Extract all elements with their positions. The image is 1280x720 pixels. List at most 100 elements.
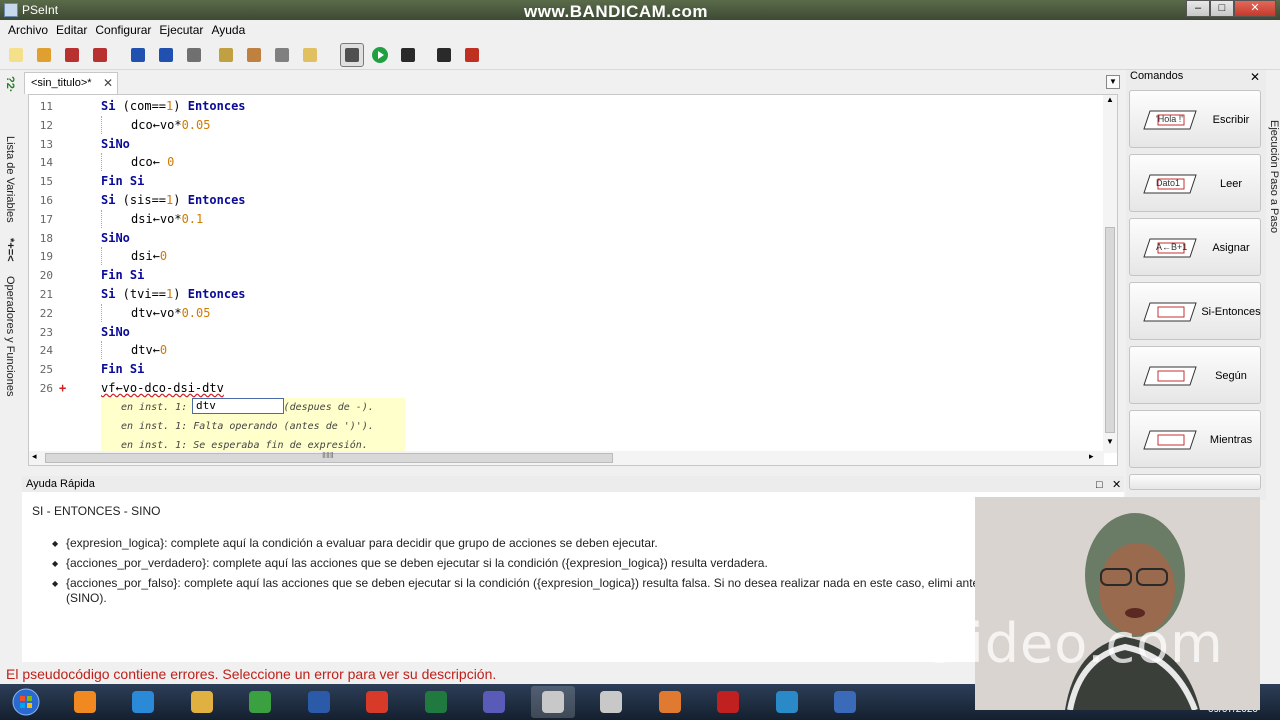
- editor-vertical-scrollbar[interactable]: ▲ ▼: [1103, 95, 1117, 453]
- error-line-2[interactable]: en inst. 1: Falta operando (antes de ')'…: [101, 417, 405, 436]
- editor-horizontal-scrollbar[interactable]: ◂ ⅡⅡⅡ ▸: [29, 451, 1104, 465]
- step-by-step-side-panel: Ejecución Paso a Paso: [1266, 70, 1280, 490]
- command-asignar[interactable]: A←B+1 Asignar: [1129, 218, 1261, 276]
- command-leer[interactable]: Dato1 Leer: [1129, 154, 1261, 212]
- code-line[interactable]: 13 SiNo: [29, 135, 1099, 154]
- code-text: dco←vo*0.05: [131, 117, 211, 132]
- chrome-icon[interactable]: [355, 686, 399, 718]
- flowchart-icon[interactable]: [340, 43, 364, 67]
- edge-icon[interactable]: [765, 686, 809, 718]
- code-line[interactable]: 19 dsi←0: [29, 247, 1099, 266]
- save-icon[interactable]: [60, 43, 84, 67]
- save-as-icon[interactable]: [88, 43, 112, 67]
- editor-horizontal-scroll-thumb[interactable]: ⅡⅡⅡ: [45, 451, 613, 463]
- step-by-step-tab[interactable]: Ejecución Paso a Paso: [1268, 120, 1280, 233]
- teams-icon[interactable]: [472, 686, 516, 718]
- command-escribir[interactable]: 'Hola !' Escribir: [1129, 90, 1261, 148]
- minimize-button[interactable]: –: [1186, 0, 1210, 17]
- code-line[interactable]: 18 SiNo: [29, 229, 1099, 248]
- code-editor[interactable]: 11 Si (com==1) Entonces 12 dco←vo*0.05 13 SiN…: [28, 94, 1118, 466]
- code-line[interactable]: 23 SiNo: [29, 323, 1099, 342]
- open-folder-icon[interactable]: [32, 43, 56, 67]
- step-icon[interactable]: [396, 43, 420, 67]
- quick-help-title: Ayuda Rápida: [26, 478, 95, 490]
- code-line[interactable]: 25 Fin Si: [29, 360, 1099, 379]
- variables-panel-glyphs[interactable]: ?2·: [4, 76, 16, 93]
- quick-help-close-icon[interactable]: ✕: [1112, 477, 1121, 493]
- maximize-button[interactable]: □: [1210, 0, 1234, 17]
- tabs-dropdown-button[interactable]: ▼: [1106, 75, 1120, 89]
- command-si-entonces[interactable]: Si-Entonces: [1129, 282, 1261, 340]
- indent-guide: [101, 247, 102, 266]
- code-line[interactable]: 17 dsi←vo*0.1: [29, 210, 1099, 229]
- line-number: 17: [39, 212, 53, 226]
- indent-icon[interactable]: [298, 43, 322, 67]
- scroll-left-icon[interactable]: ◂: [32, 451, 37, 462]
- debug-icon[interactable]: [432, 43, 456, 67]
- indent-guide: [101, 341, 102, 360]
- command-diagram-icon: [1142, 363, 1198, 389]
- line-number: 24: [39, 344, 53, 358]
- autocomplete-suggestion[interactable]: dtv: [192, 398, 284, 414]
- code-line[interactable]: 14 dco← 0: [29, 153, 1099, 172]
- close-button[interactable]: ✕: [1234, 0, 1276, 17]
- menu-item-archivo[interactable]: Archivo: [4, 23, 52, 37]
- command-repetir[interactable]: Repetir: [1129, 474, 1261, 490]
- photos-icon[interactable]: [648, 686, 692, 718]
- variables-panel-tab[interactable]: Lista de Variables: [4, 136, 16, 223]
- undo-icon[interactable]: [126, 43, 150, 67]
- menu-item-editar[interactable]: Editar: [52, 23, 91, 37]
- redo-icon[interactable]: [154, 43, 178, 67]
- menu-item-ayuda[interactable]: Ayuda: [207, 23, 249, 37]
- scroll-right-icon[interactable]: ▸: [1089, 451, 1094, 462]
- command-seg-n[interactable]: Según: [1129, 346, 1261, 404]
- pseint-alt-icon[interactable]: [589, 686, 633, 718]
- commands-close-icon[interactable]: ✕: [1250, 70, 1260, 84]
- code-line[interactable]: 24 dtv←0: [29, 341, 1099, 360]
- tab-sin-titulo[interactable]: <sin_titulo>* ✕: [24, 72, 118, 94]
- bandicam-icon[interactable]: [706, 686, 750, 718]
- start-orb-icon[interactable]: [4, 686, 48, 718]
- command-label: Asignar: [1212, 242, 1250, 254]
- code-text: Fin Si: [101, 174, 145, 189]
- operators-panel-glyphs[interactable]: *+=<: [4, 238, 16, 262]
- media-player-icon[interactable]: [63, 686, 107, 718]
- code-line[interactable]: 22 dtv←vo*0.05: [29, 304, 1099, 323]
- code-line[interactable]: 21 Si (tvi==1) Entonces: [29, 285, 1099, 304]
- new-file-icon[interactable]: [4, 43, 28, 67]
- code-line[interactable]: 12 dco←vo*0.05: [29, 116, 1099, 135]
- code-line[interactable]: 16 Si (sis==1) Entonces: [29, 191, 1099, 210]
- operators-panel-tab[interactable]: Operadores y Funciones: [4, 276, 16, 396]
- error-marker-icon[interactable]: +: [59, 379, 66, 398]
- cut-icon[interactable]: [182, 43, 206, 67]
- tab-close-icon[interactable]: ✕: [103, 76, 113, 90]
- code-line[interactable]: 15 Fin Si: [29, 172, 1099, 191]
- command-mientras[interactable]: Mientras: [1129, 410, 1261, 468]
- internet-explorer-icon[interactable]: [121, 686, 165, 718]
- pseint-icon[interactable]: [530, 686, 575, 718]
- pseint-tray-icon[interactable]: [238, 686, 282, 718]
- excel-icon[interactable]: [414, 686, 458, 718]
- editor-vertical-scroll-thumb[interactable]: [1105, 227, 1115, 433]
- menu-item-ejecutar[interactable]: Ejecutar: [155, 23, 207, 37]
- help-item: {expresion_logica}: complete aquí la con…: [52, 536, 1002, 551]
- word-icon[interactable]: [297, 686, 341, 718]
- run-icon[interactable]: [368, 43, 392, 67]
- scroll-down-icon[interactable]: ▼: [1106, 437, 1114, 446]
- menu-item-configurar[interactable]: Configurar: [91, 23, 155, 37]
- find-icon[interactable]: [270, 43, 294, 67]
- bandicam-watermark: www.BANDICAM.com: [524, 2, 708, 21]
- quick-help-restore-icon[interactable]: □: [1096, 477, 1103, 493]
- command-icon-text: A←B+1: [1156, 242, 1188, 252]
- webcam-overlay: [975, 497, 1260, 710]
- paste-icon[interactable]: [242, 43, 266, 67]
- code-line[interactable]: 20 Fin Si: [29, 266, 1099, 285]
- copy-icon[interactable]: [214, 43, 238, 67]
- video-icon[interactable]: [823, 686, 867, 718]
- code-line[interactable]: 11 Si (com==1) Entonces: [29, 97, 1099, 116]
- scroll-up-icon[interactable]: ▲: [1106, 95, 1114, 104]
- help-icon[interactable]: [460, 43, 484, 67]
- code-text: SiNo: [101, 230, 130, 245]
- code-line[interactable]: 26 + vf←vo-dco-dsi-dtv: [29, 379, 1099, 398]
- file-explorer-icon[interactable]: [180, 686, 224, 718]
